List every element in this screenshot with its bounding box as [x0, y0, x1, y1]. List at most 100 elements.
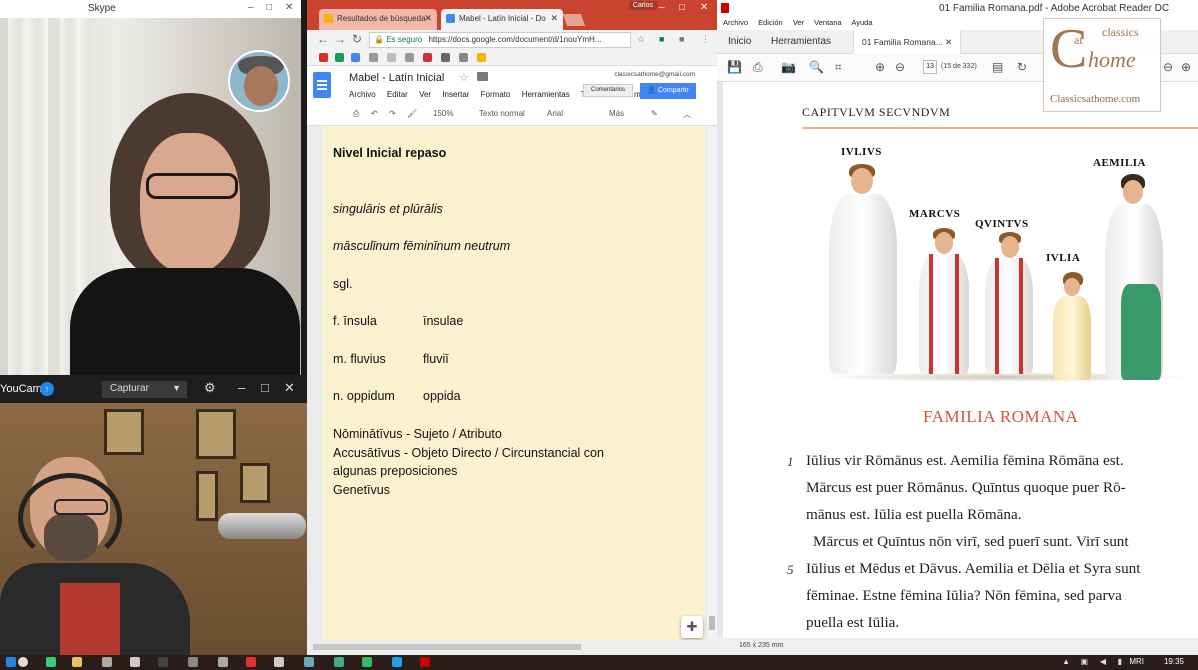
- zoom-out-icon[interactable]: ⊖: [1163, 60, 1173, 74]
- acrobat-taskbar-icon[interactable]: [420, 657, 430, 667]
- folder-icon[interactable]: [72, 657, 82, 667]
- save-icon[interactable]: 💾: [727, 60, 742, 74]
- share-button[interactable]: 👤 Compartir: [640, 83, 696, 99]
- language-indicator[interactable]: MRI: [1129, 657, 1144, 666]
- horizontal-scrollbar[interactable]: [307, 640, 717, 655]
- forward-icon[interactable]: →: [334, 32, 346, 46]
- volume-icon[interactable]: ◀: [1100, 657, 1106, 666]
- bookmark-icon[interactable]: [369, 53, 378, 62]
- close-tab-icon[interactable]: ✕: [550, 13, 558, 24]
- taskbar-icon[interactable]: [102, 657, 112, 667]
- page-up-icon[interactable]: ⊕: [875, 60, 885, 74]
- new-tab-button[interactable]: [562, 14, 586, 26]
- print-icon[interactable]: ⎙: [753, 60, 763, 75]
- microphone-icon[interactable]: [188, 657, 198, 667]
- docs-logo-icon[interactable]: [313, 72, 331, 98]
- profile-button[interactable]: Carlos: [628, 1, 657, 10]
- vertical-scrollbar[interactable]: [707, 126, 717, 640]
- tab-herramientas[interactable]: Herramientas: [771, 36, 831, 47]
- menu-archivo[interactable]: Archivo: [723, 18, 748, 27]
- tab-inicio[interactable]: Inicio: [728, 36, 751, 47]
- extension-icon[interactable]: ■: [659, 34, 664, 44]
- paint-format-icon[interactable]: 🖌: [407, 109, 417, 118]
- drive-icon[interactable]: [335, 53, 344, 62]
- taskbar-icon[interactable]: [246, 657, 256, 667]
- explore-button[interactable]: ✚: [681, 616, 703, 638]
- pdf-page[interactable]: CAPITVLVM SECVNDVM IVLIVS AEMILIA MARCVS…: [723, 82, 1198, 638]
- power-icon[interactable]: ▮: [1118, 657, 1122, 666]
- taskbar-icon[interactable]: [304, 657, 314, 667]
- extension-icon[interactable]: ■: [679, 34, 684, 44]
- address-bar[interactable]: 🔒 Es seguro https://docs.google.com/docu…: [369, 32, 631, 48]
- menu-ventana[interactable]: Ventana: [814, 18, 842, 27]
- update-icon[interactable]: ↑: [40, 382, 54, 396]
- tray-chevron-icon[interactable]: ▲: [1062, 657, 1070, 666]
- menu-kebab-icon[interactable]: ⋮: [701, 34, 710, 45]
- minimize-icon[interactable]: –: [238, 380, 245, 395]
- back-icon[interactable]: ←: [317, 32, 329, 46]
- docs-icon[interactable]: [351, 53, 360, 62]
- folder-icon[interactable]: [477, 53, 486, 62]
- rotate-icon[interactable]: ↻: [1017, 60, 1027, 74]
- fit-page-icon[interactable]: ▤: [992, 60, 1003, 74]
- menu-edicion[interactable]: Edición: [758, 18, 783, 27]
- tab-document[interactable]: 01 Familia Romana... ✕: [853, 30, 962, 54]
- document-page[interactable]: Nivel Inicial repaso singulāris et plūrā…: [323, 126, 705, 640]
- more-button[interactable]: Más: [609, 109, 624, 118]
- scroll-thumb[interactable]: [313, 644, 581, 650]
- account-email[interactable]: classicsathome@gmail.com: [614, 71, 695, 78]
- style-select[interactable]: Texto normal: [479, 109, 525, 118]
- page-number-input[interactable]: 13: [923, 60, 937, 74]
- close-icon[interactable]: ✕: [700, 2, 708, 13]
- bookmark-icon[interactable]: [405, 53, 414, 62]
- bookmark-icon[interactable]: [441, 53, 450, 62]
- camera-icon[interactable]: 📷: [781, 60, 796, 74]
- tab-docs[interactable]: Mabel - Latín Inicial - Do ✕: [441, 9, 563, 30]
- chrome-taskbar-icon[interactable]: [18, 657, 28, 667]
- menu-formato[interactable]: Formato: [481, 90, 511, 99]
- menu-ver[interactable]: Ver: [793, 18, 804, 27]
- maximize-icon[interactable]: □: [266, 2, 272, 13]
- binoculars-icon[interactable]: ⌗: [835, 60, 842, 75]
- minimize-icon[interactable]: –: [659, 2, 665, 13]
- minimize-icon[interactable]: –: [248, 2, 254, 13]
- taskbar-icon[interactable]: [158, 657, 168, 667]
- folder-icon[interactable]: [477, 72, 488, 81]
- taskbar-icon[interactable]: [218, 657, 228, 667]
- clock[interactable]: 19:35: [1164, 657, 1184, 666]
- close-tab-icon[interactable]: ✕: [945, 37, 952, 47]
- settings-gear-icon[interactable]: ⚙: [204, 380, 216, 396]
- bookmark-icon[interactable]: [459, 53, 468, 62]
- taskbar-icon[interactable]: [334, 657, 344, 667]
- menu-ver[interactable]: Ver: [419, 90, 431, 99]
- start-icon[interactable]: [6, 657, 16, 667]
- close-tab-icon[interactable]: ✕: [424, 13, 432, 24]
- edit-mode-icon[interactable]: ✎: [651, 109, 658, 118]
- comments-button[interactable]: Comentarios: [583, 84, 633, 97]
- menu-archivo[interactable]: Archivo: [349, 90, 376, 99]
- maximize-icon[interactable]: □: [261, 380, 269, 395]
- star-icon[interactable]: ☆: [459, 71, 469, 84]
- page-down-icon[interactable]: ⊖: [895, 60, 905, 74]
- bookmark-icon[interactable]: [387, 53, 396, 62]
- search-icon[interactable]: 🔍: [809, 60, 824, 74]
- menu-insertar[interactable]: Insertar: [442, 90, 469, 99]
- zoom-in-icon[interactable]: ⊕: [1181, 60, 1191, 74]
- bookmark-icon[interactable]: [423, 53, 432, 62]
- scroll-thumb[interactable]: [709, 616, 715, 630]
- document-title[interactable]: Mabel - Latín Inicial: [349, 72, 444, 84]
- close-icon[interactable]: ✕: [284, 380, 295, 396]
- close-icon[interactable]: ✕: [285, 2, 293, 13]
- collapse-icon[interactable]: ︿: [683, 109, 691, 120]
- redo-icon[interactable]: ↷: [389, 109, 396, 118]
- maximize-icon[interactable]: □: [679, 2, 685, 13]
- zoom-select[interactable]: 150%: [433, 109, 453, 118]
- taskbar-icon[interactable]: [274, 657, 284, 667]
- taskbar-icon[interactable]: [46, 657, 56, 667]
- menu-herramientas[interactable]: Herramientas: [522, 90, 570, 99]
- menu-editar[interactable]: Editar: [387, 90, 408, 99]
- tab-search-results[interactable]: Resultados de búsqueda ✕: [319, 9, 437, 30]
- bookmark-star-icon[interactable]: ☆: [637, 34, 645, 45]
- undo-icon[interactable]: ↶: [371, 109, 378, 118]
- taskbar-icon[interactable]: [362, 657, 372, 667]
